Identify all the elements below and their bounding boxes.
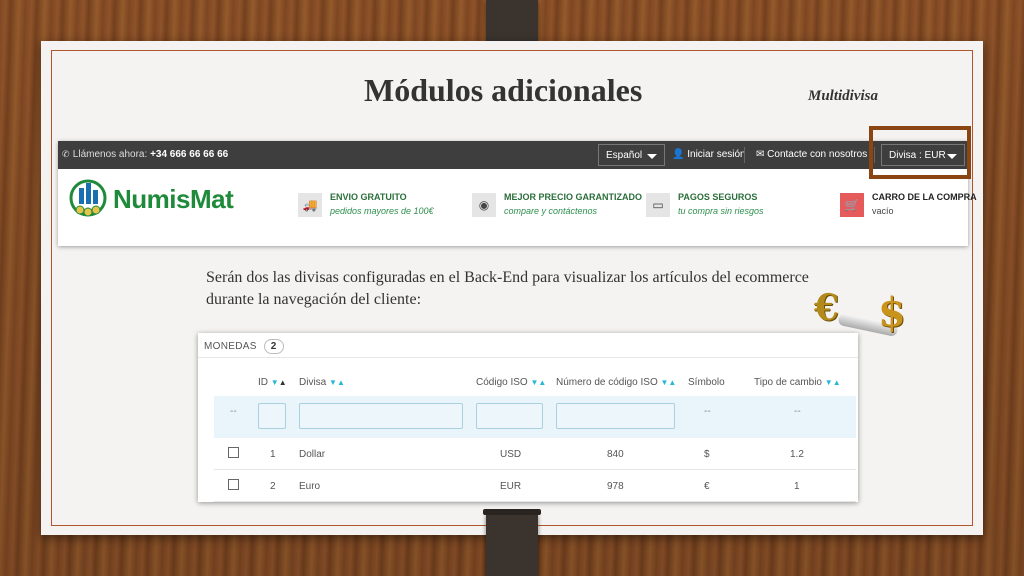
user-icon: 👤 — [672, 149, 685, 160]
table-row[interactable]: 2 Euro EUR 978 € 1 — [214, 470, 856, 502]
count-badge: 2 — [263, 339, 284, 354]
column-header-iso[interactable]: Código ISO ▼▲ — [476, 377, 546, 388]
filter-placeholder: -- — [230, 406, 237, 417]
filter-iso-number-input[interactable] — [556, 403, 675, 429]
filter-placeholder: -- — [794, 406, 801, 417]
column-label: Símbolo — [688, 377, 725, 388]
column-header-rate[interactable]: Tipo de cambio ▼▲ — [754, 377, 841, 388]
column-label: Divisa — [299, 377, 327, 388]
feature-title: ENVIO GRATUITO — [330, 192, 407, 202]
table-heading: MONEDAS 2 — [204, 339, 284, 354]
column-header-symbol: Símbolo — [688, 377, 725, 388]
contact-label: Contacte con nosotros — [767, 149, 868, 160]
phone-icon: ✆ — [62, 149, 70, 159]
currencies-table-screenshot: MONEDAS 2 ID ▼▲ Divisa ▼▲ Código ISO ▼▲ … — [198, 333, 858, 502]
table-title: MONEDAS — [204, 341, 257, 352]
currency-highlight-box — [869, 126, 971, 179]
dollar-symbol-icon: $ — [878, 289, 906, 336]
feature-title: MEJOR PRECIO GARANTIZADO — [504, 192, 643, 202]
cart-status: vacío — [872, 206, 894, 216]
filter-iso-input[interactable] — [476, 403, 543, 429]
feature-subtitle: compare y contáctenos — [504, 206, 598, 216]
cell-name: Euro — [299, 481, 321, 492]
column-label: Número de código ISO — [556, 377, 658, 388]
column-label: ID — [258, 377, 268, 388]
envelope-icon: ✉ — [756, 149, 765, 160]
cell-symbol: € — [704, 481, 710, 492]
column-header-name[interactable]: Divisa ▼▲ — [299, 377, 345, 388]
feature-title: PAGOS SEGUROS — [678, 192, 758, 202]
table-row[interactable]: 1 Dollar USD 840 $ 1.2 — [214, 438, 856, 470]
cell-id: 2 — [270, 481, 276, 492]
cell-rate: 1.2 — [790, 449, 804, 460]
call-info: ✆ Llámenos ahora: +34 666 66 66 66 — [62, 149, 228, 160]
phone-number[interactable]: +34 666 66 66 66 — [150, 149, 228, 160]
bottom-strap — [483, 509, 541, 576]
column-header-id[interactable]: ID ▼▲ — [258, 377, 287, 388]
column-label: Código ISO — [476, 377, 528, 388]
shop-topbar: ✆ Llámenos ahora: +34 666 66 66 66 Españ… — [58, 141, 968, 169]
call-label: Llámenos ahora: — [72, 149, 148, 160]
chevron-down-icon — [647, 154, 657, 159]
divider — [198, 357, 858, 358]
logo-emblem-icon — [69, 179, 107, 217]
shop-logo[interactable]: NumisMat — [68, 176, 234, 220]
cell-name: Dollar — [299, 449, 326, 460]
cell-iso: USD — [500, 449, 522, 460]
filter-row: -- -- -- — [214, 396, 856, 438]
slide-body-text: Serán dos las divisas configuradas en el… — [206, 269, 809, 308]
login-label: Iniciar sesión — [687, 149, 746, 160]
shop-header-screenshot: ✆ Llámenos ahora: +34 666 66 66 66 Españ… — [58, 141, 977, 246]
cell-iso: EUR — [500, 481, 522, 492]
slide-title: Módulos adicionales — [364, 72, 643, 108]
sort-desc-icon[interactable]: ▼ — [271, 378, 279, 387]
contact-link[interactable]: ✉ Contacte con nosotros — [756, 149, 867, 160]
cell-rate: 1 — [794, 481, 800, 492]
column-header-iso-number[interactable]: Número de código ISO ▼▲ — [556, 377, 676, 388]
sort-asc-icon[interactable]: ▲ — [337, 378, 345, 387]
credit-card-icon: ▭ — [646, 193, 670, 217]
row-checkbox[interactable] — [228, 479, 239, 490]
sort-asc-icon[interactable]: ▲ — [668, 378, 676, 387]
row-checkbox[interactable] — [228, 447, 239, 458]
cell-id: 1 — [270, 449, 276, 460]
sort-asc-icon[interactable]: ▲ — [833, 378, 841, 387]
cell-symbol: $ — [704, 449, 710, 460]
filter-name-input[interactable] — [299, 403, 463, 429]
filter-id-input[interactable] — [258, 403, 286, 429]
cell-iso-number: 978 — [607, 481, 624, 492]
sort-desc-icon[interactable]: ▼ — [825, 378, 833, 387]
login-link[interactable]: 👤 Iniciar sesión — [672, 149, 746, 160]
language-value: Español — [606, 150, 643, 161]
slide-subtitle: Multidivisa — [808, 88, 879, 104]
sort-asc-icon[interactable]: ▲ — [279, 378, 287, 387]
language-select[interactable]: Español — [598, 144, 665, 166]
topbar-divider — [744, 147, 745, 163]
cart-icon: 🛒 — [840, 193, 864, 217]
globe-icon: ◉ — [472, 193, 496, 217]
sort-desc-icon[interactable]: ▼ — [329, 378, 337, 387]
euro-symbol-icon: € — [814, 287, 840, 329]
sort-asc-icon[interactable]: ▲ — [538, 378, 546, 387]
filter-placeholder: -- — [704, 406, 711, 417]
column-label: Tipo de cambio — [754, 377, 822, 388]
cart-title: CARRO DE LA COMPRA — [872, 192, 977, 202]
feature-subtitle: pedidos mayores de 100€ — [330, 206, 434, 216]
logo-text: NumisMat — [113, 184, 234, 214]
truck-icon: 🚚 — [298, 193, 322, 217]
feature-subtitle: tu compra sin riesgos — [678, 206, 764, 216]
cell-iso-number: 840 — [607, 449, 624, 460]
